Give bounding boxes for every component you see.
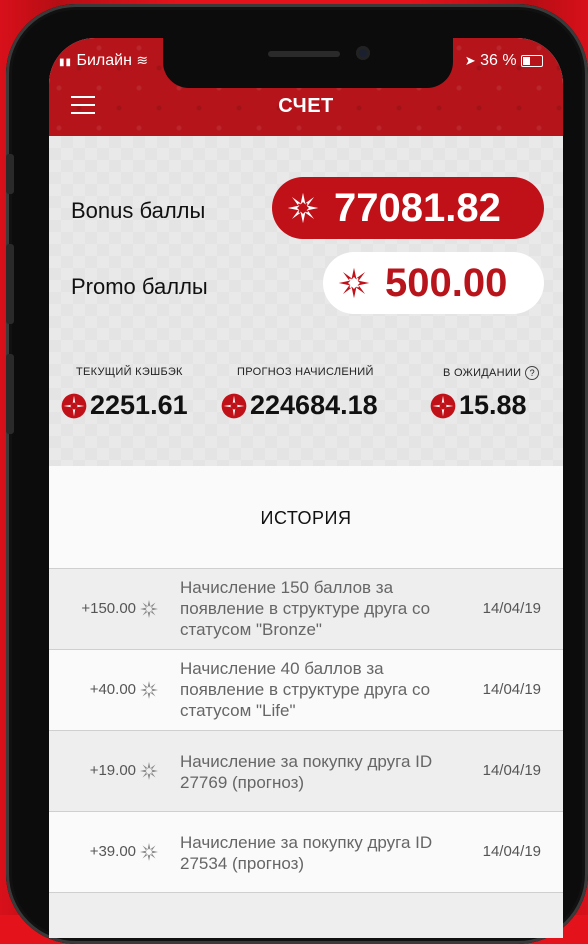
pending-star-icon [430, 393, 456, 418]
notch [163, 38, 453, 88]
cashback-stat: 2251.61 [61, 390, 188, 421]
promo-label: Promo баллы [71, 274, 208, 299]
status-right: ➤ 36 % [465, 52, 543, 70]
screen: ▮▮ Билайн ≋ ➤ 36 % СЧЕТ Bonus баллы 7708… [49, 38, 563, 938]
history-row-partial[interactable] [49, 892, 563, 938]
row-date: 14/04/19 [482, 681, 541, 698]
cashback-label: ТЕКУЩИЙ КЭШБЭК [76, 366, 183, 378]
row-description: Начисление 150 баллов за появление в стр… [180, 578, 431, 639]
points-star-icon [140, 762, 158, 780]
forecast-label: ПРОГНОЗ НАЧИСЛЕНИЙ [237, 366, 374, 378]
promo-star-icon [338, 267, 370, 299]
carrier-label: Билайн [76, 52, 132, 69]
pending-label: В ОЖИДАНИИ [443, 366, 522, 379]
row-amount: +19.00 [89, 762, 136, 779]
row-description: Начисление за покупку друга ID 27769 (пр… [180, 752, 433, 792]
info-icon[interactable]: ? [525, 366, 540, 380]
mute-switch [6, 154, 14, 194]
promo-balance-pill: 500.00 [323, 252, 544, 314]
battery-icon [521, 54, 543, 67]
volume-up-button [6, 244, 14, 324]
promo-value: 500.00 [385, 260, 508, 305]
speaker [268, 51, 340, 57]
history-row[interactable]: +19.00 Начисление за покупку друга ID 27… [49, 730, 563, 812]
cashback-star-icon [61, 393, 87, 418]
page-title: СЧЕТ [278, 95, 334, 117]
history-row[interactable]: +39.00 Начисление за покупку друга ID 27… [49, 811, 563, 893]
cashback-value: 2251.61 [90, 390, 188, 420]
points-star-icon [140, 681, 158, 699]
history-row[interactable]: +40.00 Начисление 40 баллов за появление… [49, 649, 563, 731]
battery-percent: 36 % [480, 52, 517, 69]
points-star-icon [140, 843, 158, 861]
bonus-balance-pill: 77081.82 [272, 177, 544, 239]
status-carrier: ▮▮ Билайн ≋ [59, 52, 149, 69]
volume-down-button [6, 354, 14, 434]
history-title: ИСТОРИЯ [260, 508, 352, 528]
row-amount: +40.00 [89, 681, 136, 698]
row-date: 14/04/19 [482, 762, 541, 779]
pending-value: 15.88 [459, 390, 527, 420]
location-icon: ➤ [464, 53, 476, 68]
camera [356, 46, 370, 60]
forecast-value: 224684.18 [250, 390, 378, 420]
wifi-icon: ≋ [136, 52, 149, 68]
row-amount: +150.00 [81, 600, 136, 617]
forecast-stat: 224684.18 [221, 390, 378, 421]
row-date: 14/04/19 [482, 843, 541, 860]
points-star-icon [140, 600, 158, 618]
bonus-value: 77081.82 [334, 185, 501, 230]
phone-frame: ▮▮ Билайн ≋ ➤ 36 % СЧЕТ Bonus баллы 7708… [6, 4, 588, 944]
pending-label-wrap: В ОЖИДАНИИ? [443, 366, 540, 380]
row-date: 14/04/19 [482, 600, 541, 617]
row-description: Начисление за покупку друга ID 27534 (пр… [180, 833, 433, 873]
forecast-star-icon [221, 393, 247, 418]
bonus-label: Bonus баллы [71, 198, 206, 223]
row-description: Начисление 40 баллов за появление в стру… [180, 659, 431, 720]
bonus-star-icon [287, 192, 319, 224]
pending-stat: 15.88 [430, 390, 527, 421]
row-amount: +39.00 [89, 843, 136, 860]
history-row[interactable]: +150.00 Начисление 150 баллов за появлен… [49, 568, 563, 650]
